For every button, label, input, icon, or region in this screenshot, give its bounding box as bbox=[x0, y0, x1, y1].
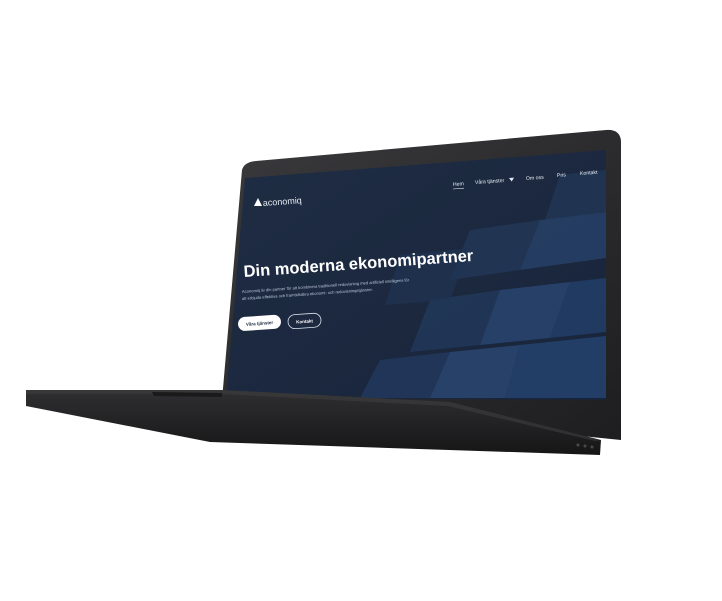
nav-item-pris[interactable]: Pris bbox=[557, 172, 567, 179]
port-icon bbox=[583, 444, 587, 448]
nav-item-hem[interactable]: Hem bbox=[453, 181, 464, 188]
screen: aconomiq Hem Våra tjänster Om oss Pris K… bbox=[226, 150, 606, 400]
nav-item-om-oss[interactable]: Om oss bbox=[526, 175, 545, 182]
laptop-mockup: aconomiq Hem Våra tjänster Om oss Pris K… bbox=[26, 129, 621, 455]
port-icon bbox=[590, 445, 594, 449]
nav-item-kontakt[interactable]: Kontakt bbox=[580, 170, 599, 177]
port-icon bbox=[576, 443, 580, 447]
scene: aconomiq Hem Våra tjänster Om oss Pris K… bbox=[0, 0, 722, 601]
